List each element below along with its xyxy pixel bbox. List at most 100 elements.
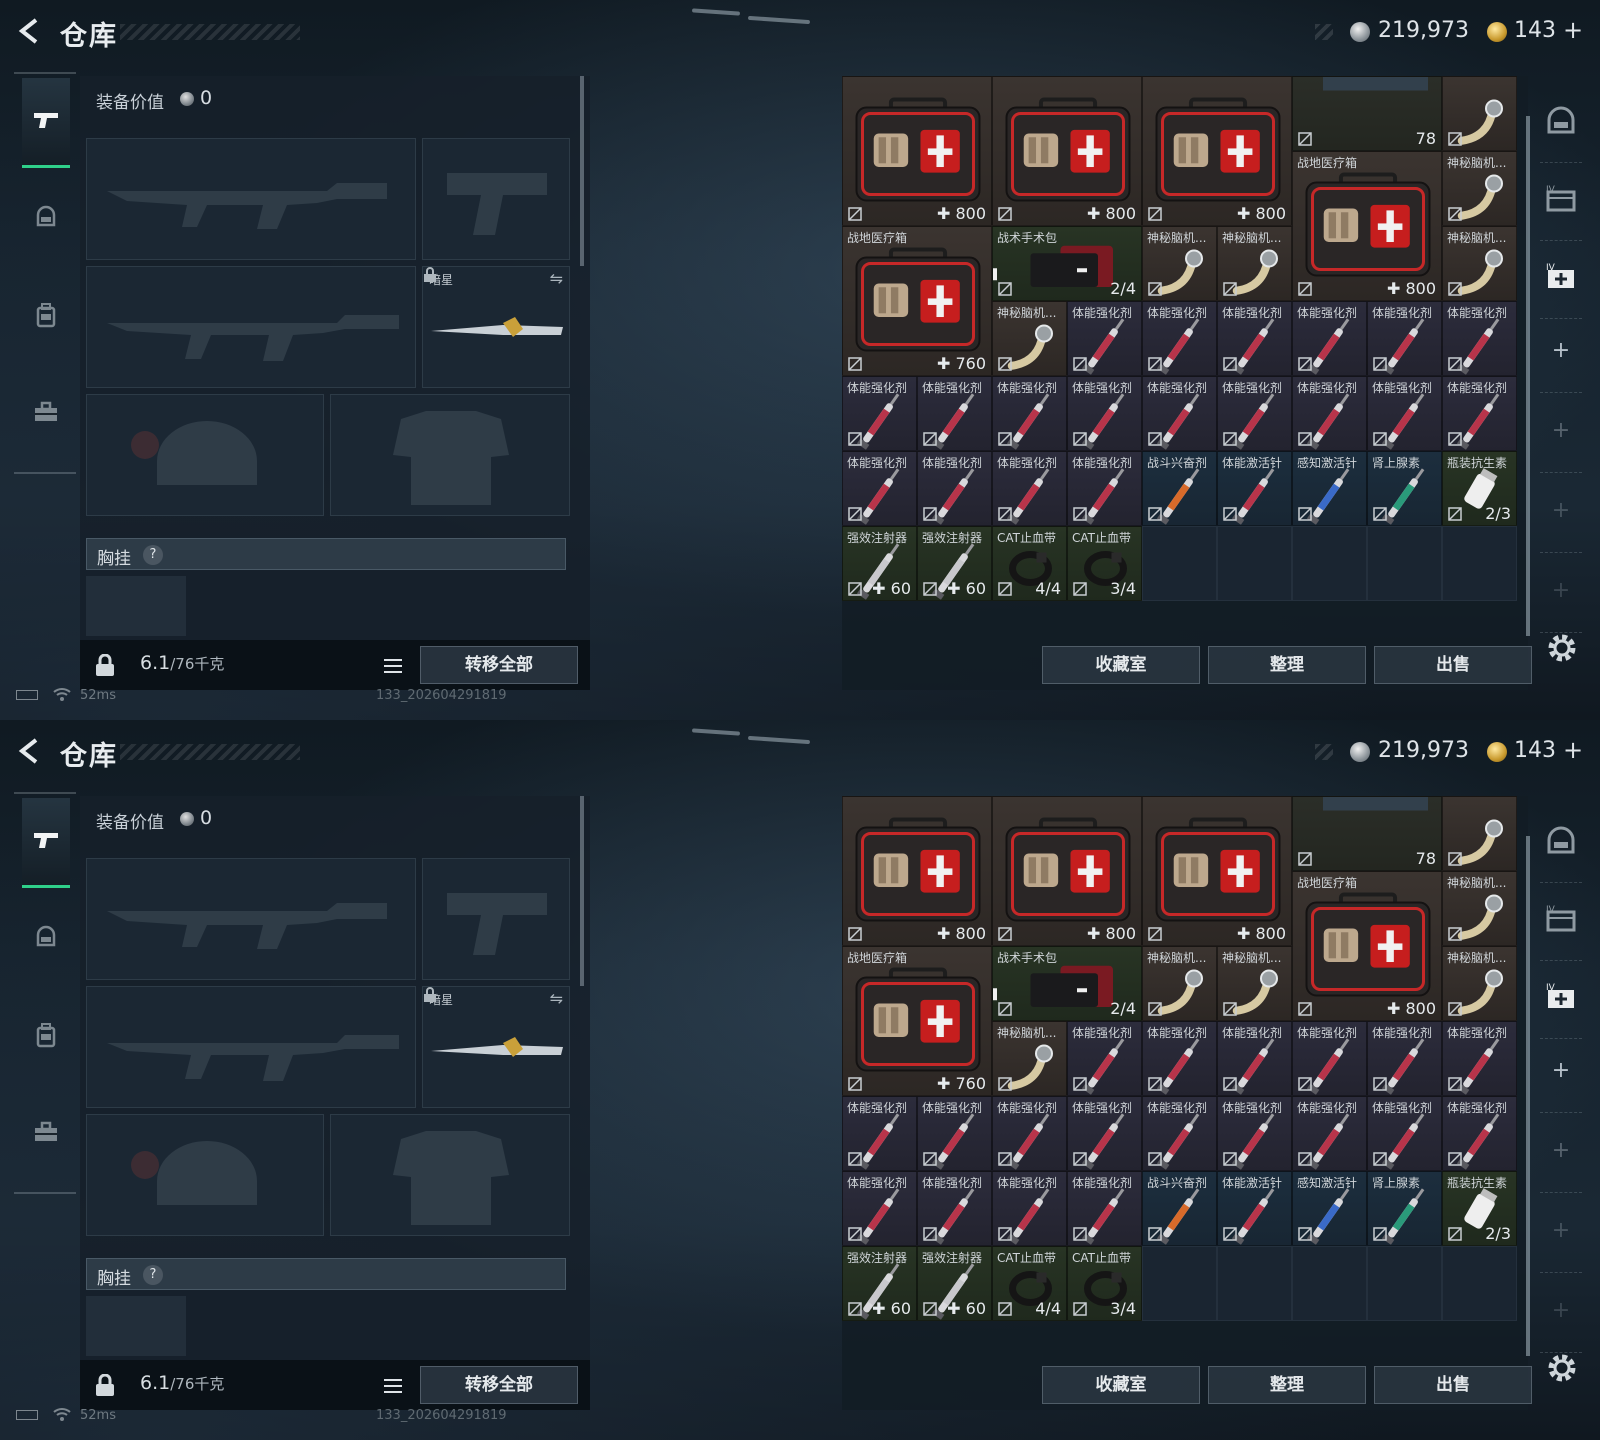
stash-item-syringe-red[interactable]: 体能强化剂 (1442, 1096, 1517, 1171)
stash-item-horn[interactable]: 神秘脑机... (1217, 946, 1292, 1021)
nav-tab-backpack[interactable] (22, 992, 70, 1082)
stash-item-syringe-red[interactable]: 体能强化剂 (1217, 1021, 1292, 1096)
nav-tab-backpack[interactable] (22, 272, 70, 362)
transfer-all-button[interactable]: 转移全部 (420, 646, 578, 684)
stash-item-syringe-red[interactable]: 体能强化剂 (1067, 301, 1142, 376)
stash-item-horn[interactable]: 神秘脑机... (992, 1021, 1067, 1096)
list-view-button[interactable] (376, 650, 410, 682)
stash-item-syringe-clear[interactable]: 强效注射器 ✚ 60 (917, 1246, 992, 1321)
stash-item-horn[interactable]: 神秘脑机... (1217, 226, 1292, 301)
stash-item-medkit[interactable]: ✚ 800 (992, 796, 1142, 946)
stash-item-syringe-teal[interactable]: 肾上腺素 (1367, 451, 1442, 526)
add-container-button[interactable]: + (1536, 1276, 1586, 1346)
stash-item-syringe-red[interactable]: 体能强化剂 (1142, 376, 1217, 451)
stash-item-syringe-red[interactable]: 体能强化剂 (1442, 376, 1517, 451)
back-button[interactable] (14, 16, 44, 46)
stash-item-tourniquet[interactable]: CAT止血带 3/4 (1067, 1246, 1142, 1321)
stash-item-syringe-red[interactable]: 体能强化剂 (992, 1096, 1067, 1171)
stash-item-syringe-red[interactable]: 体能强化剂 (1067, 451, 1142, 526)
stash-item-medkit[interactable]: ✚ 800 (1142, 796, 1292, 946)
add-container-button[interactable]: + (1536, 476, 1586, 546)
stash-item-medkit[interactable]: ✚ 800 (992, 76, 1142, 226)
add-container-button[interactable]: + (1536, 1196, 1586, 1266)
sell-button[interactable]: 出售 (1374, 1366, 1532, 1404)
add-gold-button[interactable]: + (1563, 16, 1583, 44)
stash-item-horn[interactable]: 神秘脑机... (1142, 226, 1217, 301)
settings-gear-icon[interactable] (1544, 1350, 1580, 1386)
stash-item-syringe-blue[interactable]: 感知激活针 (1292, 451, 1367, 526)
stash-grid-cell[interactable] (1442, 1246, 1517, 1321)
stash-item-horn[interactable]: 神秘脑机... (1442, 151, 1517, 226)
nav-tab-helmet[interactable] (22, 175, 70, 265)
add-container-button[interactable]: + (1536, 1116, 1586, 1186)
stash-item-surgery-kit[interactable]: 战术手术包 2/4 (992, 946, 1142, 1021)
chest-rig-slot[interactable] (86, 1296, 186, 1356)
stash-item-medkit[interactable]: 战地医疗箱 ✚ 800 (1292, 151, 1442, 301)
armor-slot[interactable] (330, 1114, 570, 1236)
stash-item-horn[interactable]: 神秘脑机... (992, 301, 1067, 376)
stash-item-syringe-red[interactable]: 体能强化剂 (1217, 301, 1292, 376)
stash-item-syringe-red[interactable]: 体能强化剂 (1367, 301, 1442, 376)
stash-item-syringe-red[interactable]: 体能强化剂 (917, 1171, 992, 1246)
secondary-weapon-slot[interactable] (86, 266, 416, 388)
sell-button[interactable]: 出售 (1374, 646, 1532, 684)
stash-item-syringe-clear[interactable]: 强效注射器 ✚ 60 (842, 1246, 917, 1321)
stash-item-syringe-red[interactable]: 体能强化剂 (1067, 376, 1142, 451)
stash-item-syringe-red[interactable]: 体能强化剂 (842, 1171, 917, 1246)
collection-room-button[interactable]: 收藏室 (1042, 1366, 1200, 1404)
stash-grid-cell[interactable] (1292, 1246, 1367, 1321)
stash-item-syringe-orange[interactable]: 战斗兴奋剂 (1142, 451, 1217, 526)
stash-item-medkit[interactable]: 战地医疗箱 ✚ 800 (1292, 871, 1442, 1021)
stash-grid-cell[interactable] (1217, 526, 1292, 601)
stash-item-syringe-red[interactable]: 体能强化剂 (1292, 1096, 1367, 1171)
stash-grid-cell[interactable] (1142, 1246, 1217, 1321)
equipment-scrollbar[interactable] (580, 796, 584, 986)
stash-item-syringe-red[interactable]: 体能强化剂 (1367, 1021, 1442, 1096)
stash-item-syringe-red[interactable]: 体能强化剂 (992, 376, 1067, 451)
stash-item-horn[interactable] (1442, 796, 1517, 871)
stash-item-syringe-red[interactable]: 体能强化剂 (1142, 1021, 1217, 1096)
stash-item-surgery-kit[interactable]: 战术手术包 2/4 (992, 226, 1142, 301)
stash-item-syringe-red[interactable]: 体能强化剂 (917, 451, 992, 526)
stash-item-horn[interactable]: 神秘脑机... (1442, 946, 1517, 1021)
stash-item-syringe-red[interactable]: 体能强化剂 (1142, 301, 1217, 376)
stash-grid-cell[interactable] (1442, 526, 1517, 601)
stash-scrollbar[interactable] (1526, 836, 1530, 1356)
stash-item-syringe-teal[interactable]: 肾上腺素 (1367, 1171, 1442, 1246)
container-tab-1[interactable] (1536, 808, 1586, 878)
stash-item-syringe-red[interactable]: 体能强化剂 (992, 451, 1067, 526)
chest-rig-slot[interactable] (86, 576, 186, 636)
stash-item-syringe-red[interactable]: 体能强化剂 (1067, 1021, 1142, 1096)
sort-button[interactable]: 整理 (1208, 1366, 1366, 1404)
add-container-button[interactable]: + (1536, 556, 1586, 626)
helmet-slot[interactable] (86, 1114, 324, 1236)
sidearm-slot[interactable] (422, 858, 570, 980)
chest-rig-header[interactable]: 胸挂 ? (86, 1258, 566, 1290)
stash-item-syringe-red[interactable]: 体能强化剂 (1292, 301, 1367, 376)
add-container-button[interactable]: + (1536, 396, 1586, 466)
helmet-slot[interactable] (86, 394, 324, 516)
stash-item-tourniquet[interactable]: CAT止血带 4/4 (992, 526, 1067, 601)
stash-grid-cell[interactable] (1367, 526, 1442, 601)
stash-item-syringe-red[interactable]: 体能强化剂 (917, 1096, 992, 1171)
stash-item-syringe-red[interactable]: 体能强化剂 (992, 1171, 1067, 1246)
stash-item-armor-partial[interactable]: 78 (1292, 796, 1442, 871)
stash-item-syringe-blue[interactable]: 感知激活针 (1292, 1171, 1367, 1246)
stash-item-horn[interactable]: 神秘脑机... (1142, 946, 1217, 1021)
stash-grid-cell[interactable] (1292, 526, 1367, 601)
lock-icon[interactable] (94, 1374, 116, 1398)
stash-item-syringe-red[interactable]: 体能强化剂 (1067, 1171, 1142, 1246)
add-gold-button[interactable]: + (1563, 736, 1583, 764)
container-tab-1[interactable] (1536, 88, 1586, 158)
chest-rig-header[interactable]: 胸挂 ? (86, 538, 566, 570)
back-button[interactable] (14, 736, 44, 766)
stash-item-medkit[interactable]: ✚ 800 (842, 796, 992, 946)
armor-slot[interactable] (330, 394, 570, 516)
stash-item-bottle[interactable]: 瓶装抗生素 2/3 (1442, 1171, 1517, 1246)
stash-item-syringe-red[interactable]: 体能激活针 (1217, 451, 1292, 526)
stash-grid-cell[interactable] (1217, 1246, 1292, 1321)
container-tab-3[interactable]: IV (1536, 244, 1586, 314)
primary-weapon-slot[interactable] (86, 138, 416, 260)
stash-item-syringe-red[interactable]: 体能强化剂 (1442, 301, 1517, 376)
stash-item-syringe-orange[interactable]: 战斗兴奋剂 (1142, 1171, 1217, 1246)
